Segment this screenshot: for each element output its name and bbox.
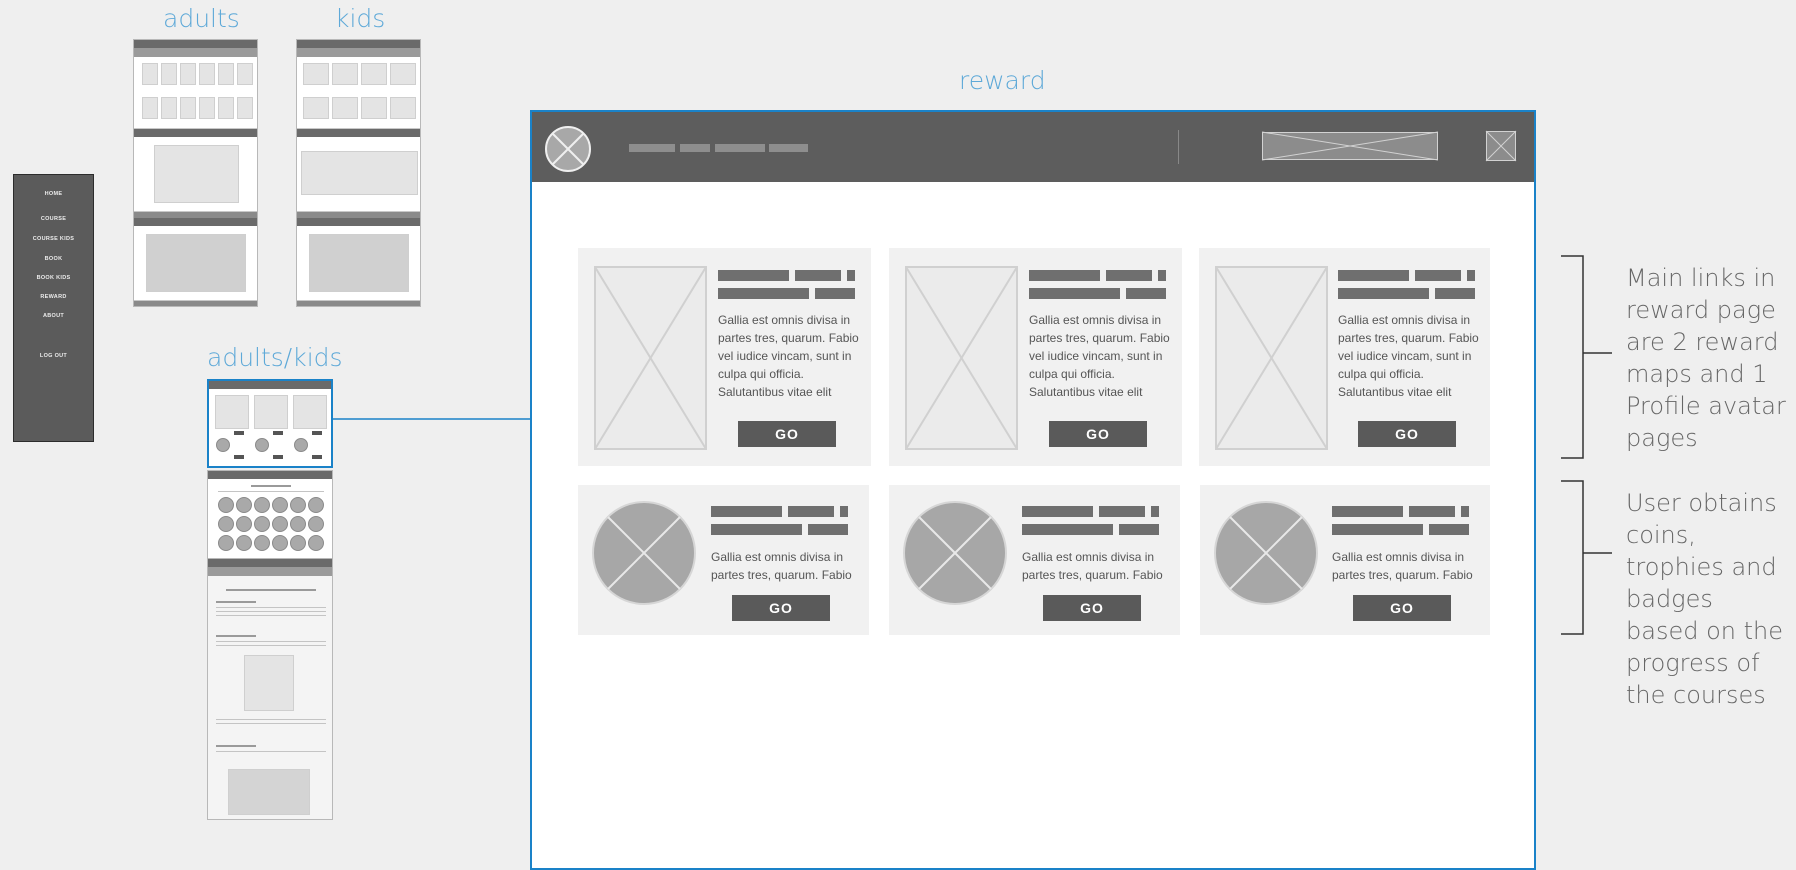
annotation-bracket-1 bbox=[1561, 255, 1612, 635]
note-rewards: User obtains coins, trophies and badges … bbox=[1626, 489, 1783, 709]
note-main-links: Main links in reward page are 2 reward m… bbox=[1626, 264, 1786, 452]
